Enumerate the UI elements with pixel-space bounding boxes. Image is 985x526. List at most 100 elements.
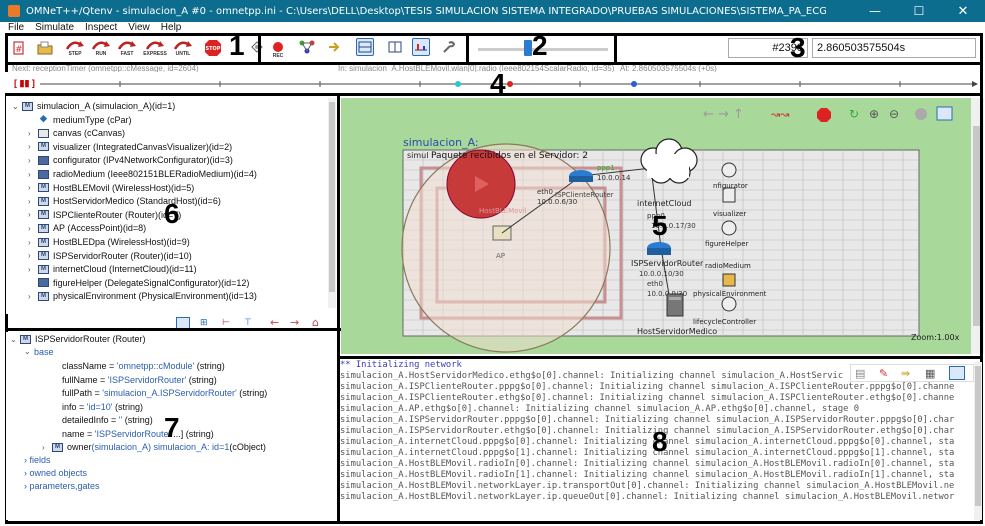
inspector-header: ISPServidorRouter (Router) — [35, 334, 146, 344]
tree-item[interactable]: ⌄ Msimulacion_A (simulacion_A)(id=1) — [12, 100, 175, 112]
field-name: className = — [62, 361, 117, 371]
tree-expand-chevron[interactable]: › — [28, 156, 38, 165]
tree-expand-chevron[interactable]: › — [28, 224, 38, 233]
owner-chevron[interactable]: › — [42, 443, 52, 452]
annotation-2: 2 — [532, 30, 548, 61]
minimize-button[interactable]: — — [853, 0, 897, 22]
tree-expand-chevron[interactable]: › — [28, 265, 38, 274]
field-type: (string) — [122, 415, 153, 425]
tree-item-label: mediumType (cPar) — [53, 114, 132, 125]
tree-item[interactable]: ◆ mediumType (cPar) — [28, 114, 132, 126]
settings-icon[interactable]: ▦ — [925, 367, 935, 380]
tree-item-label: simulacion_A (simulacion_A)(id=1) — [37, 101, 176, 111]
express-run-button[interactable]: EXPRESS — [142, 36, 168, 57]
tree-item[interactable]: › M AP (AccessPoint)(id=8) — [28, 222, 146, 234]
tree-expand-chevron[interactable]: › — [28, 129, 38, 138]
preferences-icon[interactable] — [440, 38, 458, 56]
step-button[interactable]: STEP — [64, 36, 86, 57]
find-icon[interactable]: ✎ — [879, 367, 888, 380]
tree-item[interactable]: › radioMedium (Ieee802151BLERadioMedium)(… — [28, 168, 257, 180]
owner-value[interactable]: (simulacion_A) simulacion_A: id=1 — [92, 442, 230, 452]
compound-module-icon: M — [38, 237, 49, 247]
tree-scrollbar[interactable] — [328, 98, 336, 308]
owned-objects-group[interactable]: › owned objects — [24, 468, 87, 478]
tree-expand-chevron[interactable]: › — [28, 251, 38, 260]
parameters-gates-group[interactable]: › parameters,gates — [24, 481, 100, 491]
record-button[interactable]: REC — [268, 38, 288, 59]
tree-item[interactable]: › M HostServidorMedico (StandardHost)(id=6… — [28, 195, 221, 207]
fields-group[interactable]: › fields — [24, 455, 51, 465]
animation-icon[interactable] — [326, 38, 344, 56]
layout-vertical-button[interactable] — [386, 38, 404, 56]
tree-expand-chevron[interactable]: › — [28, 210, 38, 219]
compound-module-icon: M — [38, 183, 49, 193]
tree-expand-chevron[interactable]: ⌄ — [12, 102, 22, 111]
tree-item[interactable]: › M HostBLEMovil (WirelessHost)(id=5) — [28, 182, 194, 194]
speed-slider-handle[interactable] — [524, 40, 532, 56]
tree-item-label: ISPServidorRouter (Router)(id=10) — [53, 250, 192, 261]
tree-item[interactable]: › MinternetCloud (InternetCloud)(id=11) — [28, 263, 197, 275]
inspector-field-row[interactable]: name = 'ISPServidorRouter'...] (string) — [62, 429, 214, 439]
run-until-button[interactable]: UNTIL — [170, 36, 196, 57]
inspector-collapse-chevron[interactable]: ⌄ — [10, 335, 20, 344]
field-name: name = — [62, 428, 95, 439]
inspector-field-row[interactable]: className = 'omnetpp::cModule' (string) — [62, 361, 225, 371]
module-icon: M — [20, 334, 31, 344]
svg-text:physicalEnvironment: physicalEnvironment — [693, 290, 767, 298]
tree-children-icon[interactable]: ⊢ — [222, 318, 230, 328]
tree-expand-chevron[interactable]: › — [28, 183, 38, 192]
tree-item[interactable]: › M HostBLEDpa (WirelessHost)(id=9) — [28, 236, 190, 248]
window-titlebar: OMNeT++/Qtenv - simulacion_A #0 - omnetp… — [0, 0, 985, 22]
inspector-field-row[interactable]: fullName = 'ISPServidorRouter' (string) — [62, 375, 217, 385]
svg-text:ppp1: ppp1 — [597, 164, 615, 172]
tree-item-label: AP (AccessPoint)(id=8) — [53, 223, 147, 234]
base-group-chevron[interactable]: ⌄ — [24, 347, 34, 357]
rebuild-icon[interactable] — [248, 38, 266, 56]
tree-expand-chevron[interactable]: › — [28, 170, 38, 179]
tree-item[interactable]: › canvas (cCanvas) — [28, 127, 125, 139]
tree-expand-chevron[interactable]: › — [28, 142, 38, 151]
annotation-frame-2-right — [614, 34, 617, 64]
inspector-field-row[interactable]: fullPath = 'simulacion_A.ISPServidorRout… — [62, 388, 267, 398]
log-line: simulacion_A.ISPClienteRouter.ethg$o[0].… — [340, 393, 955, 403]
load-config-icon[interactable] — [36, 39, 54, 57]
new-ini-icon[interactable]: # — [10, 39, 28, 57]
messages-mode-button[interactable] — [949, 366, 965, 380]
tree-expand-chevron[interactable]: › — [28, 238, 38, 247]
svg-text:lifecycleController: lifecycleController — [693, 318, 756, 326]
field-value: 'simulacion_A.ISPServidorRouter' — [102, 388, 237, 398]
tree-item[interactable]: › configurator (IPv4NetworkConfigurator)(… — [28, 154, 233, 166]
sim-time-field: 2.860503575504s — [812, 38, 976, 58]
inspector-field-row[interactable]: info = 'id=10' (string) — [62, 402, 143, 412]
tree-inherit-icon[interactable]: ⊤ — [244, 318, 252, 328]
tree-item[interactable]: › M ISPServidorRouter (Router)(id=10) — [28, 250, 192, 262]
fast-run-button[interactable]: FAST — [116, 36, 138, 57]
annotation-6: 6 — [164, 198, 180, 229]
inspector-field-row[interactable]: detailedInfo = '' (string) — [62, 415, 153, 425]
run-button[interactable]: RUN — [90, 36, 112, 57]
tree-item[interactable]: › Mvisualizer (IntegratedCanvasVisualizer… — [28, 141, 232, 153]
maximize-button[interactable]: ☐ — [897, 0, 941, 22]
tree-expand-chevron[interactable]: › — [28, 197, 38, 206]
svg-text:radioMedium: radioMedium — [705, 262, 751, 270]
canvas-icon — [38, 128, 49, 138]
compound-module-icon: M — [38, 223, 49, 233]
event-timeline[interactable]: [ ▮▮ ] 4 — [0, 70, 985, 98]
close-button[interactable]: ✕ — [941, 0, 985, 22]
tree-item[interactable]: › MphysicalEnvironment (PhysicalEnvironme… — [28, 290, 257, 302]
tree-flat-icon[interactable]: ⊞ — [200, 318, 208, 328]
field-type: (string) — [194, 361, 225, 371]
stop-button[interactable]: STOP — [204, 38, 222, 58]
simple-module-icon — [38, 155, 49, 165]
filter-icon[interactable]: ⇛ — [901, 367, 910, 380]
compound-module-icon: M — [38, 251, 49, 261]
layout-horizontal-button[interactable] — [356, 38, 374, 56]
tree-item[interactable]: figureHelper (DelegateSignalConfigurator… — [28, 277, 249, 289]
network-layout-icon[interactable] — [298, 38, 316, 56]
copy-icon[interactable]: ▤ — [855, 367, 865, 380]
tree-expand-chevron[interactable]: › — [28, 292, 38, 301]
tree-item[interactable]: › M ISPClienteRouter (Router)(id=7) — [28, 209, 181, 221]
svg-text:ISPServidorRouter: ISPServidorRouter — [631, 259, 704, 268]
log-vscrollbar[interactable] — [974, 362, 982, 520]
timeline-toggle-button[interactable] — [412, 38, 430, 56]
